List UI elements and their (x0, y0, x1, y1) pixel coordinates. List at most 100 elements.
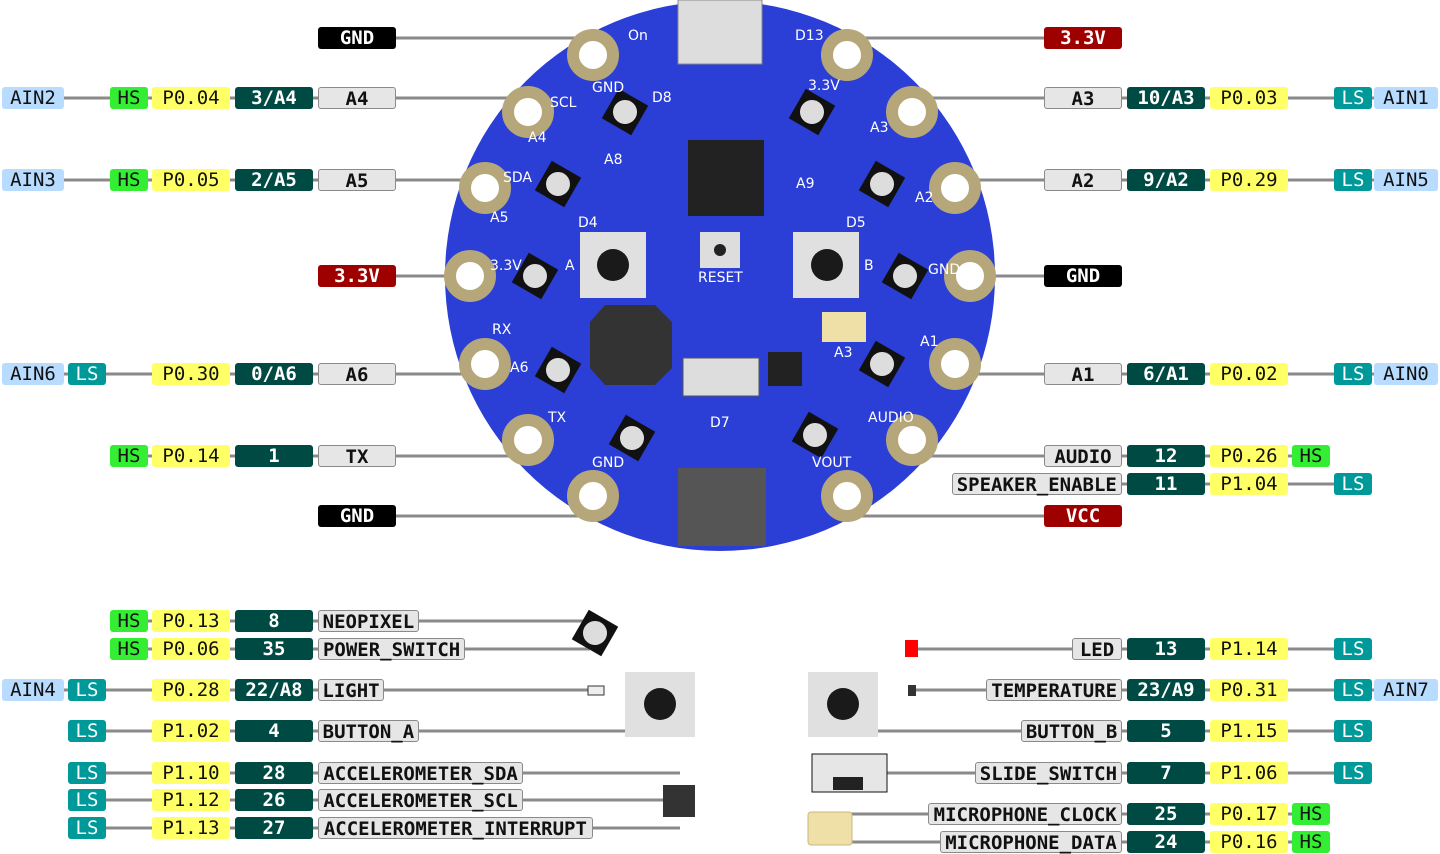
speaker (590, 305, 672, 385)
analog-label: AIN0 (1374, 363, 1438, 385)
drive-badge-hs: HS (110, 445, 148, 467)
gpio-label: 24 (1127, 831, 1205, 853)
silkscreen-label: On (628, 28, 648, 44)
silkscreen-label: SDA (503, 170, 532, 186)
pad (502, 86, 554, 138)
red-led-icon (905, 640, 918, 657)
analog-label: AIN5 (1374, 169, 1438, 191)
accelerometer (768, 352, 802, 386)
port-label: P0.26 (1210, 445, 1288, 467)
gpio-label: 3/A4 (235, 87, 313, 109)
drive-badge-ls: LS (1334, 473, 1372, 495)
pin-name-label: A1 (1044, 363, 1122, 386)
pin-name-label: AUDIO (1044, 445, 1122, 468)
drive-badge-ls: LS (68, 789, 106, 811)
gpio-label: 2/A5 (235, 169, 313, 191)
drive-badge-hs: HS (110, 610, 148, 632)
pad (502, 414, 554, 466)
silkscreen-label: AUDIO (868, 410, 914, 426)
button-a-icon-cap (644, 688, 676, 720)
silkscreen-label: A9 (796, 176, 815, 192)
pin-name-label: SLIDE_SWITCH (974, 762, 1122, 785)
port-label: P0.28 (152, 679, 230, 701)
drive-badge-ls: LS (1334, 762, 1372, 784)
drive-badge-hs: HS (1292, 831, 1330, 853)
pad (929, 162, 981, 214)
drive-badge-hs: HS (110, 638, 148, 660)
gpio-label: 22/A8 (235, 679, 313, 701)
silkscreen-label: A5 (490, 210, 509, 226)
drive-badge-hs: HS (110, 87, 148, 109)
silkscreen-label: 3.3V (490, 258, 522, 274)
drive-badge-ls: LS (68, 720, 106, 742)
drive-badge-ls: LS (68, 679, 106, 701)
pad (929, 338, 981, 390)
pad (886, 86, 938, 138)
power-label-vcc: VCC (1044, 505, 1122, 527)
drive-badge-hs: HS (1292, 445, 1330, 467)
microcontroller-chip (688, 140, 764, 216)
silkscreen-label: GND (592, 80, 625, 96)
gpio-label: 5 (1127, 720, 1205, 742)
pin-name-label: ACCELEROMETER_SCL (318, 789, 524, 812)
drive-badge-ls: LS (1334, 638, 1372, 660)
pad (444, 250, 496, 302)
slide-switch-knob (833, 777, 863, 790)
gpio-label: 28 (235, 762, 313, 784)
pad (821, 29, 873, 81)
reset-button-cap (714, 244, 726, 256)
silkscreen-label: SCL (550, 95, 577, 111)
port-label: P1.02 (152, 720, 230, 742)
drive-badge-ls: LS (68, 817, 106, 839)
gpio-label: 27 (235, 817, 313, 839)
power-label-gnd: GND (318, 27, 396, 49)
drive-badge-hs: HS (1292, 803, 1330, 825)
port-label: P0.29 (1210, 169, 1288, 191)
neopixel-icon (571, 609, 619, 657)
port-label: P1.04 (1210, 473, 1288, 495)
analog-label: AIN6 (2, 363, 64, 385)
pin-name-label: A3 (1044, 87, 1122, 110)
gpio-label: 7 (1127, 762, 1205, 784)
port-label: P1.14 (1210, 638, 1288, 660)
drive-badge-ls: LS (1334, 720, 1372, 742)
silkscreen-label: A2 (915, 190, 934, 206)
silkscreen-label: RX (492, 322, 512, 338)
gpio-label: 12 (1127, 445, 1205, 467)
port-label: P0.14 (152, 445, 230, 467)
port-label: P1.06 (1210, 762, 1288, 784)
silkscreen-label: GND (928, 262, 961, 278)
port-label: P0.31 (1210, 679, 1288, 701)
pin-name-label: A2 (1044, 169, 1122, 192)
power-label-gnd: GND (1044, 265, 1122, 287)
silkscreen-label: A3 (870, 120, 889, 136)
temperature-sensor-icon (908, 685, 916, 696)
pinout-diagram: GND A4 3/A4 P0.04 HS AIN2 A5 2/A5 P0.05 HS AIN3 3.3… (0, 0, 1440, 854)
drive-badge-ls: LS (68, 363, 106, 385)
drive-badge-ls: LS (1334, 87, 1372, 109)
pin-name-label: TX (318, 445, 396, 468)
silkscreen-label: A6 (510, 360, 529, 376)
silkscreen-label: VOUT (812, 455, 852, 471)
pad (459, 338, 511, 390)
silkscreen-label: GND (592, 455, 625, 471)
analog-label: AIN4 (2, 679, 64, 701)
pin-name-label: A4 (318, 87, 396, 110)
power-label-gnd: GND (318, 505, 396, 527)
silkscreen-label: A4 (528, 130, 547, 146)
battery-connector (678, 468, 766, 546)
silkscreen-label: 3.3V (808, 78, 840, 94)
gpio-label: 8 (235, 610, 313, 632)
power-label-3.3v: 3.3V (318, 265, 396, 287)
analog-label: AIN2 (2, 87, 64, 109)
port-label: P0.16 (1210, 831, 1288, 853)
pad (567, 470, 619, 522)
pad (459, 162, 511, 214)
gpio-label: 6/A1 (1127, 363, 1205, 385)
port-label: P1.13 (152, 817, 230, 839)
pin-name-label: BUTTON_B (1021, 720, 1122, 743)
analog-label: AIN3 (2, 169, 64, 191)
pin-name-label: MICROPHONE_CLOCK (928, 803, 1122, 826)
pad (886, 414, 938, 466)
pin-name-label: BUTTON_A (318, 720, 419, 743)
